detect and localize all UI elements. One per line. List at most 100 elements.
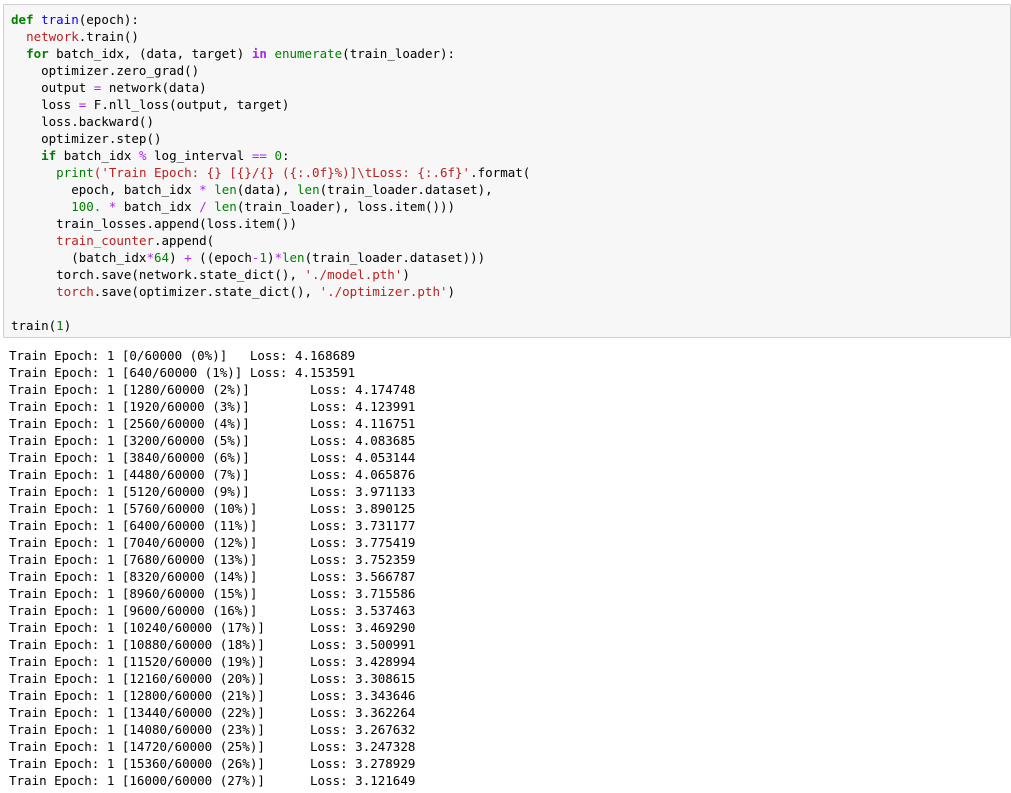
code-line[interactable]: train(1) [11,317,530,334]
code-line[interactable]: train_counter.append( [11,232,530,249]
code-token: ) [447,284,456,299]
output-line: Train Epoch: 1 [10240/60000 (17%)] Loss:… [9,620,416,635]
code-line[interactable]: (batch_idx*64) + ((epoch-1)*len(train_lo… [11,249,530,266]
code-token: 1 [259,250,267,265]
code-token: ('Train Epoch: {} [{}/{} ({:.0f}%)]\tLos… [93,165,471,180]
output-line: Train Epoch: 1 [5120/60000 (9%)] Loss: 3… [9,484,416,499]
code-line[interactable]: epoch, batch_idx * len(data), len(train_… [11,181,530,198]
output-line: Train Epoch: 1 [15360/60000 (26%)] Loss:… [9,756,416,771]
code-token: (data), [236,182,298,197]
code-token: train_losses.append(loss.item()) [11,216,297,231]
code-token: (train_loader), loss.item())) [236,199,456,214]
code-editor[interactable]: def train(epoch): network.train() for ba… [11,11,530,334]
code-token: network [26,29,79,44]
code-token: / [199,199,207,214]
code-token: 1 [56,318,64,333]
code-token: './model.pth' [304,267,403,282]
code-token: 0 [274,148,282,163]
code-line[interactable]: torch.save(network.state_dict(), './mode… [11,266,530,283]
code-token: F.nll_loss(output, target) [86,97,290,112]
code-token: .format( [470,165,531,180]
code-token: './optimizer.pth' [319,284,448,299]
output-line: Train Epoch: 1 [12160/60000 (20%)] Loss:… [9,671,416,686]
code-token: len [214,199,237,214]
code-line[interactable]: def train(epoch): [11,11,530,28]
code-token: for [26,46,49,61]
code-token: * [146,250,154,265]
code-line[interactable]: if batch_idx % log_interval == 0: [11,147,530,164]
code-token: (train_loader.dataset), [319,182,493,197]
output-line: Train Epoch: 1 [7680/60000 (13%)] Loss: … [9,552,416,567]
code-token: len [214,182,237,197]
output-line: Train Epoch: 1 [7040/60000 (12%)] Loss: … [9,535,416,550]
output-line: Train Epoch: 1 [0/60000 (0%)] Loss: 4.16… [9,348,356,363]
output-line: Train Epoch: 1 [4480/60000 (7%)] Loss: 4… [9,467,416,482]
cell-output: Train Epoch: 1 [0/60000 (0%)] Loss: 4.16… [9,347,415,793]
code-token: log_interval [146,148,252,163]
code-token: torch [56,284,94,299]
code-line[interactable]: 100. * batch_idx / len(train_loader), lo… [11,198,530,215]
output-line: Train Epoch: 1 [10880/60000 (18%)] Loss:… [9,637,416,652]
code-token: epoch, batch_idx [11,182,200,197]
output-line: Train Epoch: 1 [640/60000 (1%)] Loss: 4.… [9,365,356,380]
code-token: (epoch): [78,12,139,27]
code-line[interactable]: network.train() [11,28,530,45]
code-token: train [41,12,79,27]
code-token: * [274,250,282,265]
output-line: Train Epoch: 1 [9600/60000 (16%)] Loss: … [9,603,416,618]
output-line: Train Epoch: 1 [13440/60000 (22%)] Loss:… [9,705,416,720]
code-token: def [11,12,34,27]
code-token: 100. [71,199,102,214]
code-token: in [251,46,267,61]
code-token: output [11,80,94,95]
code-line[interactable]: loss = F.nll_loss(output, target) [11,96,530,113]
code-token: batch_idx [56,148,139,163]
code-token: loss.backward() [11,114,154,129]
output-line: Train Epoch: 1 [5760/60000 (10%)] Loss: … [9,501,416,516]
code-token: ) [63,318,72,333]
code-token: : [281,148,290,163]
code-token: batch_idx, (data, target) [48,46,252,61]
code-line[interactable]: loss.backward() [11,113,530,130]
code-token: loss [11,97,79,112]
code-token: optimizer.zero_grad() [11,63,200,78]
code-line[interactable]: optimizer.step() [11,130,530,147]
code-token: + [184,250,192,265]
code-line[interactable]: optimizer.zero_grad() [11,62,530,79]
code-token: train_counter [56,233,154,248]
code-token: .train() [78,29,139,44]
code-line[interactable]: print('Train Epoch: {} [{}/{} ({:.0f}%)]… [11,164,530,181]
output-line: Train Epoch: 1 [3200/60000 (5%)] Loss: 4… [9,433,416,448]
code-token: network(data) [101,80,207,95]
output-line: Train Epoch: 1 [11520/60000 (19%)] Loss:… [9,654,416,669]
code-line[interactable]: for batch_idx, (data, target) in enumera… [11,45,530,62]
code-token: ) [402,267,410,282]
code-token: (train_loader): [342,46,456,61]
code-line[interactable]: output = network(data) [11,79,530,96]
output-line: Train Epoch: 1 [1920/60000 (3%)] Loss: 4… [9,399,416,414]
code-cell[interactable]: def train(epoch): network.train() for ba… [3,4,1011,338]
code-token: ) [169,250,185,265]
code-token: == [251,148,267,163]
code-line[interactable] [11,300,530,317]
code-line[interactable]: torch.save(optimizer.state_dict(), './op… [11,283,530,300]
output-line: Train Epoch: 1 [8320/60000 (14%)] Loss: … [9,569,416,584]
code-token: .save(optimizer.state_dict(), [93,284,320,299]
code-line[interactable]: train_losses.append(loss.item()) [11,215,530,232]
code-token: ((epoch [191,250,252,265]
code-token: torch.save(network.state_dict(), [11,267,305,282]
code-token: len [297,182,320,197]
code-token: % [138,148,147,163]
output-line: Train Epoch: 1 [12800/60000 (21%)] Loss:… [9,688,416,703]
code-token: train( [11,318,57,333]
output-line: Train Epoch: 1 [3840/60000 (6%)] Loss: 4… [9,450,416,465]
